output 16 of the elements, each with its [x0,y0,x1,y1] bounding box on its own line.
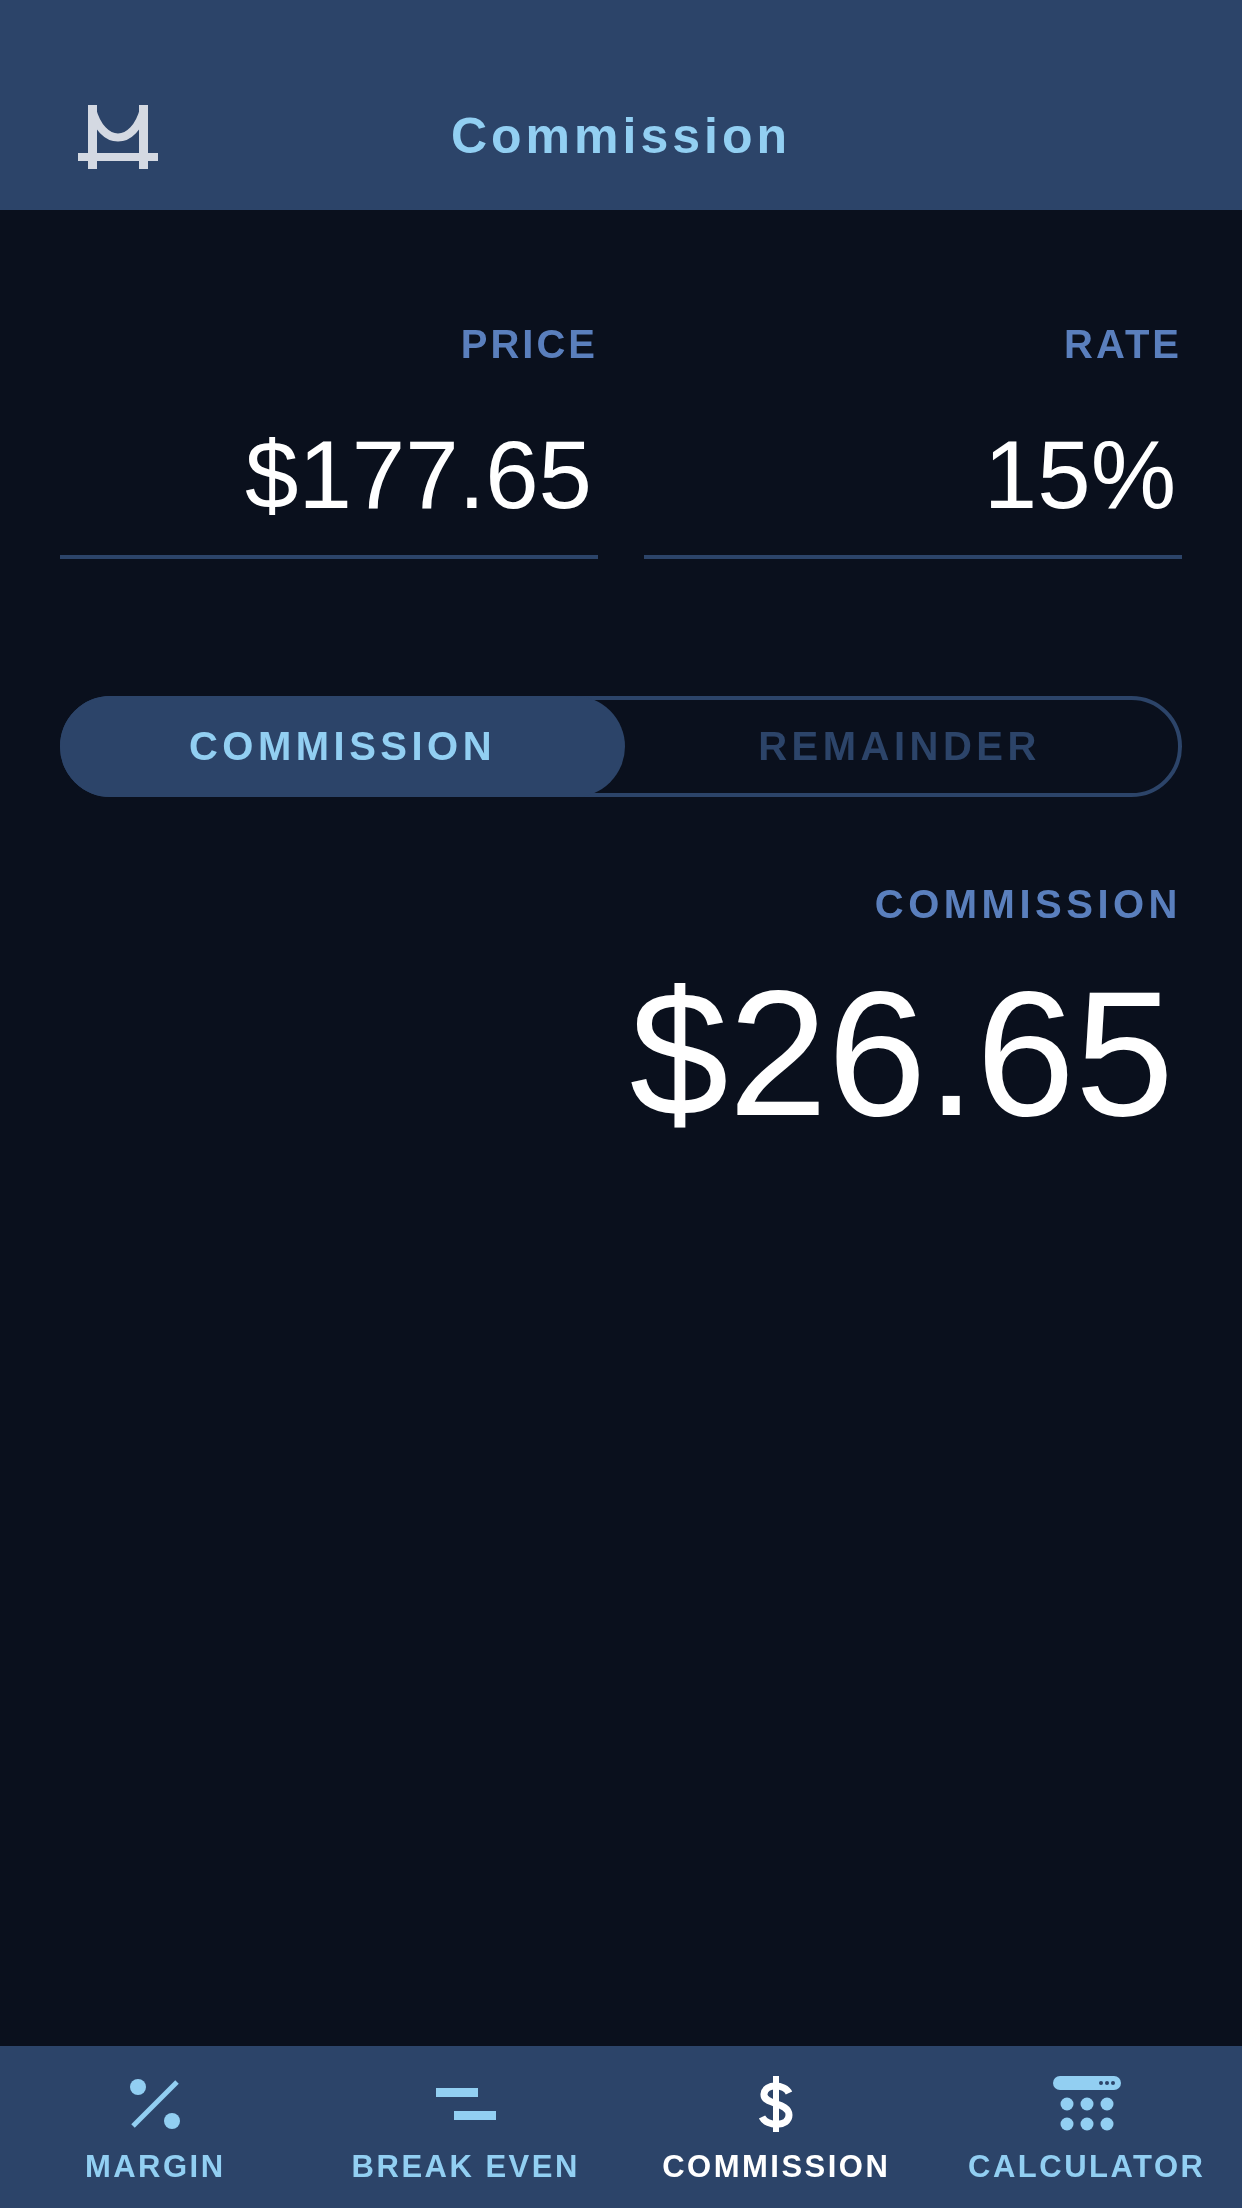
offset-bars-icon [435,2088,496,2120]
segment-button[interactable]: COMMISSION [60,696,625,797]
field-label: PRICE [460,321,598,368]
result-value: $26.65 [629,953,1175,1155]
result-label: COMMISSION [874,881,1182,928]
field-label: RATE [1064,321,1182,368]
tab-bar-item[interactable]: CALCULATOR [931,2046,1242,2208]
calculator-icon [1052,2076,1121,2132]
input-field[interactable]: $177.65 [60,420,598,559]
logo-icon [78,105,158,169]
input-field[interactable]: 15% [644,420,1182,559]
tab-bar-item[interactable]: COMMISSION [621,2046,932,2208]
screen-title: Commission [449,108,793,166]
percent-icon [129,2078,182,2130]
tab-bar-item[interactable]: MARGIN [0,2046,311,2208]
tab-bar-item[interactable]: BREAK EVEN [310,2046,621,2208]
